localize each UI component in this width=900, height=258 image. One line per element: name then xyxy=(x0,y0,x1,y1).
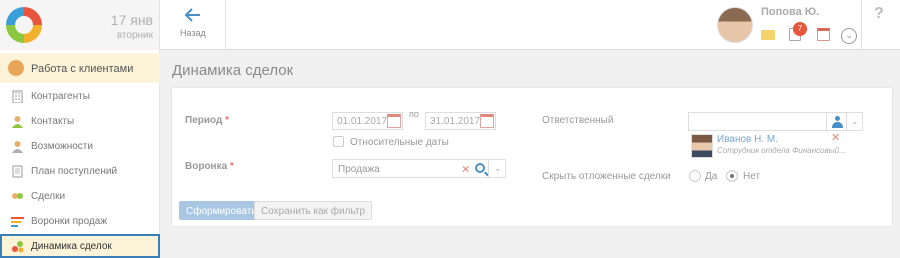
user-name[interactable]: Попова Ю. xyxy=(761,6,819,18)
tasks-count-badge: 7 xyxy=(793,22,807,36)
clear-icon[interactable]: ✕ xyxy=(461,163,470,176)
responsible-label: Ответственный xyxy=(542,115,614,126)
selected-person-position: Сотрудник отдела Финансовый... xyxy=(717,146,846,155)
sidebar-item-income-plan[interactable]: План поступлений xyxy=(0,159,160,184)
responsible-select[interactable]: ⌄ xyxy=(688,112,863,131)
filter-panel: Период * 01.01.2017 по 31.01.2017 Относи… xyxy=(171,87,893,227)
selected-person-avatar xyxy=(691,134,713,158)
sidebar-item-label: Воронки продаж xyxy=(31,216,108,227)
sidebar-item-contacts[interactable]: Контакты xyxy=(0,109,160,134)
sidebar-item-label: План поступлений xyxy=(31,166,118,177)
dynamics-icon xyxy=(12,241,24,253)
building-icon xyxy=(12,90,23,103)
opportunity-icon xyxy=(12,141,23,153)
funnel-label: Воронка * xyxy=(185,161,234,172)
mail-icon[interactable] xyxy=(761,30,775,40)
page-title: Динамика сделок xyxy=(172,62,294,79)
sidebar-item-label: Динамика сделок xyxy=(31,241,112,252)
user-panel: Попова Ю. 7 ⌄ xyxy=(707,0,862,50)
person-icon xyxy=(8,60,24,76)
search-icon[interactable] xyxy=(475,163,485,173)
sidebar-item-deals[interactable]: Сделки xyxy=(0,184,160,209)
selected-person-name[interactable]: Иванов Н. М. xyxy=(717,134,778,145)
contact-icon xyxy=(12,116,23,128)
select-divider xyxy=(846,112,847,131)
sidebar-item-opportunities[interactable]: Возможности xyxy=(0,134,160,159)
sidebar-item-deal-dynamics[interactable]: Динамика сделок xyxy=(0,234,160,258)
remove-person-icon[interactable]: ✕ xyxy=(831,131,840,144)
help-icon[interactable]: ? xyxy=(874,5,884,23)
sidebar-item-label: Возможности xyxy=(31,141,93,152)
top-bar: 17 янв вторник Назад Попова Ю. 7 ⌄ ? xyxy=(0,0,900,50)
date-to-separator: по xyxy=(409,109,419,119)
sidebar-item-label: Контрагенты xyxy=(31,91,90,102)
person-icon[interactable] xyxy=(832,116,843,128)
calendar-icon[interactable] xyxy=(817,28,830,41)
sidebar-item-sales-funnels[interactable]: Воронки продаж xyxy=(0,209,160,234)
period-label: Период * xyxy=(185,115,230,126)
current-date: 17 янв xyxy=(110,12,153,28)
radio-no-label: Нет xyxy=(743,171,761,182)
document-icon xyxy=(12,165,23,178)
hide-postponed-label: Скрыть отложенные сделки xyxy=(542,171,671,182)
calendar-icon[interactable] xyxy=(480,114,494,128)
chevron-down-icon[interactable]: ⌄ xyxy=(494,163,502,174)
chevron-down-icon[interactable]: ⌄ xyxy=(851,116,859,127)
user-avatar[interactable] xyxy=(717,7,753,43)
back-button[interactable]: Назад xyxy=(160,0,226,50)
current-weekday: вторник xyxy=(116,30,153,41)
deals-icon xyxy=(12,193,23,199)
funnel-select[interactable]: Продажа ✕ ⌄ xyxy=(332,159,506,178)
radio-yes-label: Да xyxy=(705,171,718,182)
save-filter-button[interactable]: Сохранить как фильтр xyxy=(254,201,372,220)
funnel-select-value: Продажа xyxy=(338,164,380,175)
sidebar-item-label: Сделки xyxy=(31,191,66,202)
app-logo xyxy=(6,7,42,43)
relative-dates-checkbox[interactable] xyxy=(333,136,344,147)
sidebar-section-label: Работа с клиентами xyxy=(31,63,134,75)
sidebar-item-label: Контакты xyxy=(31,116,75,127)
relative-dates-label: Относительные даты xyxy=(350,137,449,148)
logo-date-block[interactable]: 17 янв вторник xyxy=(0,0,160,50)
select-divider xyxy=(826,112,827,131)
arrow-left-icon xyxy=(184,8,200,22)
radio-yes[interactable] xyxy=(689,170,701,182)
sidebar-section-clients[interactable]: Работа с клиентами xyxy=(0,53,160,83)
chevron-down-icon[interactable]: ⌄ xyxy=(841,28,857,44)
radio-no[interactable] xyxy=(726,170,738,182)
select-divider xyxy=(488,159,489,178)
back-label: Назад xyxy=(180,28,206,38)
calendar-icon[interactable] xyxy=(387,114,401,128)
funnel-icon xyxy=(11,217,24,227)
sidebar-item-counterparties[interactable]: Контрагенты xyxy=(0,84,160,109)
generate-button[interactable]: Сформировать xyxy=(179,201,264,220)
sidebar: Работа с клиентами Контрагенты Контакты … xyxy=(0,50,160,258)
